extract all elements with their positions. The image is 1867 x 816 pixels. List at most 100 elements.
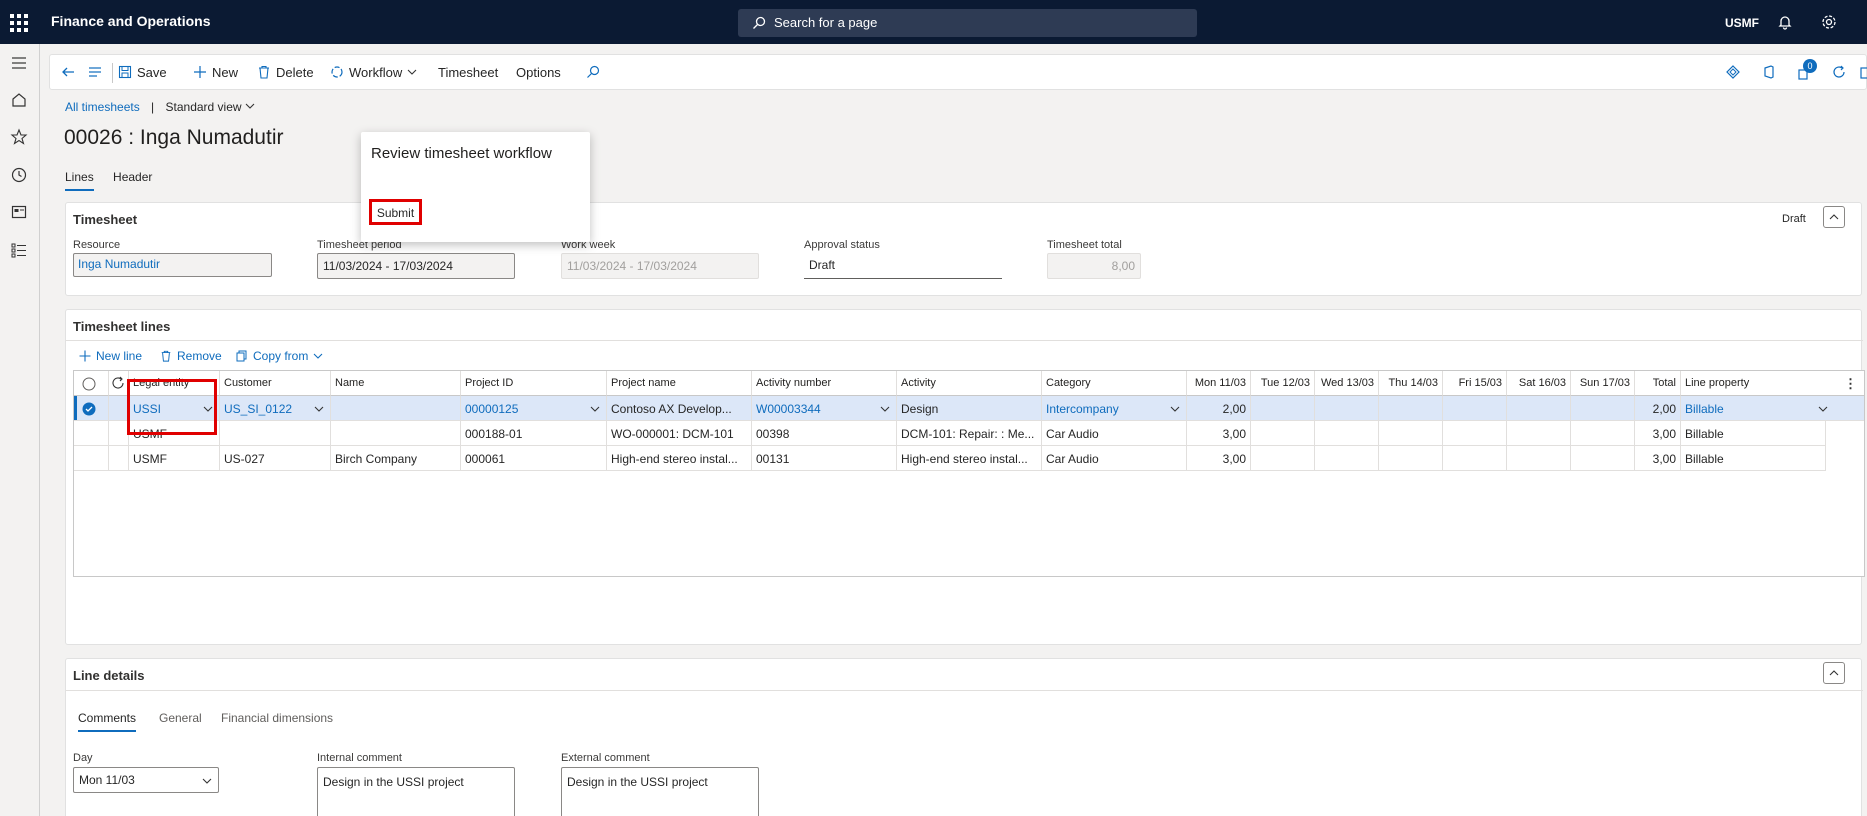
activity-cell[interactable]: High-end stereo instal...: [897, 446, 1042, 471]
col-project-name[interactable]: Project name: [607, 371, 752, 396]
find-button[interactable]: [586, 55, 600, 89]
modules-list-icon[interactable]: [10, 241, 28, 259]
gear-icon[interactable]: [1820, 13, 1838, 31]
collapse-button[interactable]: [1823, 206, 1845, 228]
clock-icon[interactable]: [10, 166, 28, 184]
wed-hours-cell[interactable]: [1315, 446, 1379, 471]
category-cell[interactable]: Car Audio: [1042, 421, 1187, 446]
col-wed[interactable]: Wed 13/03: [1315, 371, 1379, 396]
select-all-checkbox[interactable]: [74, 371, 109, 396]
timesheet-menu[interactable]: Timesheet: [438, 55, 498, 89]
fri-hours-cell[interactable]: [1443, 396, 1507, 421]
project-id-cell[interactable]: 000061: [461, 446, 607, 471]
open-in-new-window-icon[interactable]: [1860, 67, 1867, 79]
company-selector[interactable]: USMF: [1725, 16, 1759, 30]
chevron-down-icon[interactable]: [1170, 404, 1180, 414]
tab-general[interactable]: General: [159, 711, 202, 725]
app-title[interactable]: Finance and Operations: [51, 13, 210, 29]
customer-cell[interactable]: US_SI_0122: [220, 396, 331, 421]
delete-button[interactable]: Delete: [257, 55, 314, 89]
line-property-cell[interactable]: Billable: [1681, 396, 1864, 421]
submit-button[interactable]: Submit: [369, 199, 422, 225]
col-line-property[interactable]: Line property: [1681, 371, 1864, 396]
customer-cell[interactable]: [220, 421, 331, 446]
activity-cell[interactable]: DCM-101: Repair: : Me...: [897, 421, 1042, 446]
mon-hours-cell[interactable]: 3,00: [1187, 421, 1251, 446]
sun-hours-cell[interactable]: [1571, 421, 1635, 446]
thu-hours-cell[interactable]: [1379, 421, 1443, 446]
back-button[interactable]: [60, 55, 76, 89]
col-total[interactable]: Total: [1635, 371, 1681, 396]
sat-hours-cell[interactable]: [1507, 421, 1571, 446]
tab-lines[interactable]: Lines: [65, 170, 94, 191]
tab-comments[interactable]: Comments: [78, 711, 137, 732]
category-cell[interactable]: Intercompany: [1042, 396, 1187, 421]
col-mon[interactable]: Mon 11/03: [1187, 371, 1251, 396]
tab-financial-dimensions[interactable]: Financial dimensions: [221, 711, 333, 725]
mon-hours-cell[interactable]: 3,00: [1187, 446, 1251, 471]
fri-hours-cell[interactable]: [1443, 446, 1507, 471]
new-line-button[interactable]: New line: [79, 342, 142, 370]
fri-hours-cell[interactable]: [1443, 421, 1507, 446]
row-checkbox[interactable]: [74, 421, 109, 446]
customer-cell[interactable]: US-027: [220, 446, 331, 471]
col-customer[interactable]: Customer: [220, 371, 331, 396]
table-row[interactable]: USMF US-027 Birch Company 000061 High-en…: [74, 446, 1864, 471]
workspace-icon[interactable]: [10, 203, 28, 221]
resource-field[interactable]: Inga Numadutir: [73, 253, 272, 277]
project-id-cell[interactable]: 000188-01: [461, 421, 607, 446]
project-id-cell[interactable]: 00000125: [461, 396, 607, 421]
office-icon[interactable]: [1762, 65, 1776, 79]
search-input[interactable]: Search for a page: [738, 9, 1197, 37]
day-select[interactable]: Mon 11/03: [73, 767, 219, 793]
activity-number-cell[interactable]: 00398: [752, 421, 897, 446]
tab-header[interactable]: Header: [113, 170, 152, 189]
row-checkbox[interactable]: [74, 446, 109, 471]
external-comment-textarea[interactable]: Design in the USSI project: [561, 767, 759, 816]
tue-hours-cell[interactable]: [1251, 421, 1315, 446]
project-name-cell[interactable]: Contoso AX Develop...: [607, 396, 752, 421]
mon-hours-cell[interactable]: 2,00: [1187, 396, 1251, 421]
period-field[interactable]: 11/03/2024 - 17/03/2024: [317, 253, 515, 279]
sun-hours-cell[interactable]: [1571, 396, 1635, 421]
workflow-button[interactable]: Workflow: [330, 55, 417, 89]
row-checkbox[interactable]: [74, 396, 109, 421]
options-menu[interactable]: Options: [516, 55, 561, 89]
activity-number-cell[interactable]: W00003344: [752, 396, 897, 421]
save-button[interactable]: Save: [118, 55, 167, 89]
bell-icon[interactable]: [1776, 13, 1794, 31]
more-options-icon[interactable]: ⋮: [1844, 376, 1857, 392]
line-property-cell[interactable]: Billable: [1681, 421, 1826, 446]
col-tue[interactable]: Tue 12/03: [1251, 371, 1315, 396]
chevron-down-icon[interactable]: [1818, 404, 1828, 414]
col-activity-number[interactable]: Activity number: [752, 371, 897, 396]
legal-entity-cell[interactable]: USMF: [129, 446, 220, 471]
project-name-cell[interactable]: High-end stereo instal...: [607, 446, 752, 471]
hamburger-menu-icon[interactable]: [10, 54, 28, 72]
col-sun[interactable]: Sun 17/03: [1571, 371, 1635, 396]
col-project-id[interactable]: Project ID: [461, 371, 607, 396]
col-category[interactable]: Category: [1042, 371, 1187, 396]
app-launcher-icon[interactable]: [8, 12, 28, 32]
sat-hours-cell[interactable]: [1507, 446, 1571, 471]
project-name-cell[interactable]: WO-000001: DCM-101: [607, 421, 752, 446]
copy-from-button[interactable]: Copy from: [236, 342, 323, 370]
col-sat[interactable]: Sat 16/03: [1507, 371, 1571, 396]
list-view-button[interactable]: [87, 55, 103, 89]
wed-hours-cell[interactable]: [1315, 396, 1379, 421]
breadcrumb-all-timesheets[interactable]: All timesheets: [65, 100, 140, 114]
power-apps-icon[interactable]: [1726, 65, 1740, 79]
table-row[interactable]: USSI US_SI_0122 00000125 Contoso AX Deve…: [74, 396, 1864, 421]
wed-hours-cell[interactable]: [1315, 421, 1379, 446]
sat-hours-cell[interactable]: [1507, 396, 1571, 421]
refresh-icon[interactable]: [1832, 65, 1846, 79]
internal-comment-textarea[interactable]: Design in the USSI project: [317, 767, 515, 816]
chevron-down-icon[interactable]: [880, 404, 890, 414]
remove-button[interactable]: Remove: [160, 342, 222, 370]
activity-cell[interactable]: Design: [897, 396, 1042, 421]
thu-hours-cell[interactable]: [1379, 446, 1443, 471]
sun-hours-cell[interactable]: [1571, 446, 1635, 471]
line-property-cell[interactable]: Billable: [1681, 446, 1826, 471]
home-icon[interactable]: [10, 91, 28, 109]
name-cell[interactable]: Birch Company: [331, 446, 461, 471]
